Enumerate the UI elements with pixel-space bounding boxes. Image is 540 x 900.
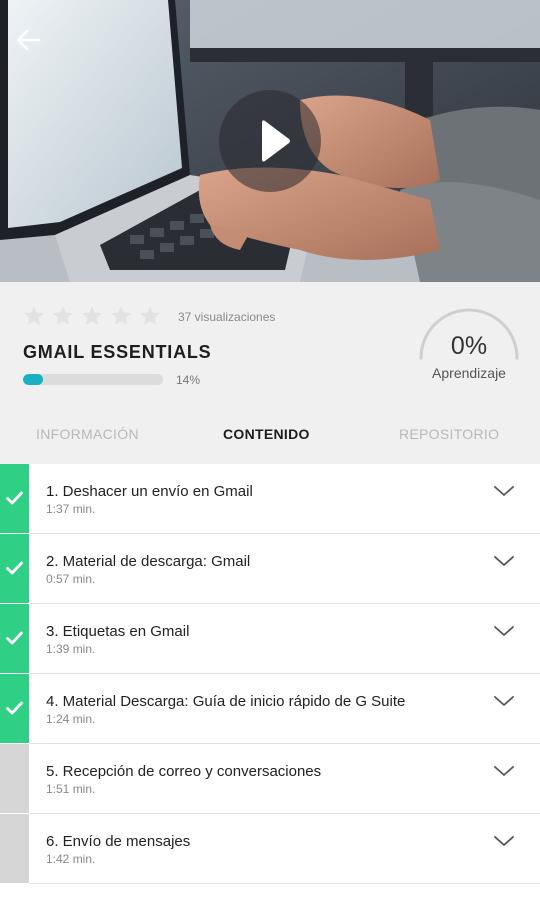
play-icon: [262, 120, 290, 162]
play-button[interactable]: [219, 90, 321, 192]
course-tabs: INFORMACIÓN CONTENIDO REPOSITORIO: [0, 412, 540, 456]
lesson-item[interactable]: 3. Etiquetas en Gmail 1:39 min.: [0, 604, 540, 674]
lesson-title: 6. Envío de mensajes: [46, 833, 191, 850]
chevron-down-icon[interactable]: [493, 834, 515, 848]
lesson-item[interactable]: 5. Recepción de correo y conversaciones 1…: [0, 744, 540, 814]
lesson-duration: 1:39 min.: [46, 642, 96, 656]
tab-information[interactable]: INFORMACIÓN: [36, 426, 139, 442]
check-icon: [6, 491, 23, 505]
lesson-title: 2. Material de descarga: Gmail: [46, 553, 251, 570]
course-info-panel: 37 visualizaciones GMAIL ESSENTIALS 14% …: [0, 282, 540, 464]
lesson-duration: 1:37 min.: [46, 502, 96, 516]
arrow-left-icon: [16, 29, 41, 51]
lesson-pending-marker: [0, 744, 29, 813]
rating-stars[interactable]: [22, 305, 162, 327]
lesson-duration: 1:24 min.: [46, 712, 96, 726]
views-count: 37 visualizaciones: [178, 310, 276, 324]
course-progress-fill: [23, 374, 43, 385]
lesson-duration: 0:57 min.: [46, 572, 96, 586]
lesson-duration: 1:42 min.: [46, 852, 96, 866]
lesson-completed-marker: [0, 534, 29, 603]
course-video-hero[interactable]: [0, 0, 540, 282]
star-icon[interactable]: [22, 305, 46, 327]
lesson-title: 3. Etiquetas en Gmail: [46, 623, 190, 640]
lesson-item[interactable]: 6. Envío de mensajes 1:42 min.: [0, 814, 540, 884]
lesson-completed-marker: [0, 464, 29, 533]
chevron-down-icon[interactable]: [493, 554, 515, 568]
star-icon[interactable]: [138, 305, 162, 327]
star-icon[interactable]: [80, 305, 104, 327]
learning-percentage: 0%: [450, 332, 488, 360]
star-icon[interactable]: [51, 305, 75, 327]
learning-label: Aprendizaje: [432, 365, 506, 381]
chevron-down-icon[interactable]: [493, 694, 515, 708]
lesson-completed-marker: [0, 604, 29, 673]
course-title: GMAIL ESSENTIALS: [23, 342, 212, 362]
check-icon: [6, 561, 23, 575]
lesson-completed-marker: [0, 674, 29, 743]
chevron-down-icon[interactable]: [493, 484, 515, 498]
lesson-title: 4. Material Descarga: Guía de inicio ráp…: [46, 693, 406, 710]
lesson-title: 1. Deshacer un envío en Gmail: [46, 483, 253, 500]
lesson-list: 1. Deshacer un envío en Gmail 1:37 min. 2.…: [0, 464, 540, 900]
lesson-pending-marker: [0, 814, 29, 883]
lesson-item[interactable]: 1. Deshacer un envío en Gmail 1:37 min.: [0, 464, 540, 534]
tab-repository[interactable]: REPOSITORIO: [399, 426, 499, 442]
chevron-down-icon[interactable]: [493, 624, 515, 638]
star-icon[interactable]: [109, 305, 133, 327]
lesson-title: 5. Recepción de correo y conversaciones: [46, 763, 322, 780]
check-icon: [6, 701, 23, 715]
back-button[interactable]: [10, 22, 46, 58]
course-progress-bar: [23, 374, 163, 385]
course-progress-label: 14%: [176, 373, 201, 387]
lesson-item[interactable]: 4. Material Descarga: Guía de inicio ráp…: [0, 674, 540, 744]
lesson-item[interactable]: 2. Material de descarga: Gmail 0:57 min.: [0, 534, 540, 604]
lesson-divider: [29, 883, 540, 884]
tab-content[interactable]: CONTENIDO: [223, 426, 310, 442]
check-icon: [6, 631, 23, 645]
chevron-down-icon[interactable]: [493, 764, 515, 778]
lesson-duration: 1:51 min.: [46, 782, 96, 796]
